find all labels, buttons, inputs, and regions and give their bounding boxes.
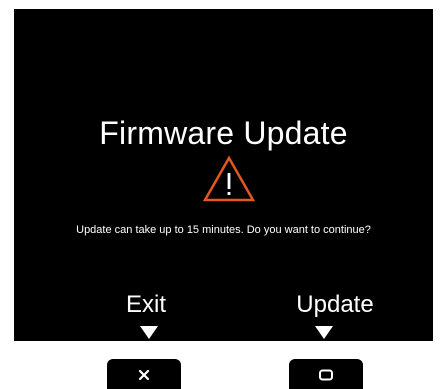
device-screen: Firmware Update Update can take up to 15… xyxy=(14,9,433,341)
exit-softkey-label: Exit xyxy=(125,291,166,318)
update-pointer-arrow-icon xyxy=(315,326,333,339)
warning-triangle-icon xyxy=(202,155,256,202)
dialog-title: Firmware Update xyxy=(99,115,348,151)
update-softkey-label: Update xyxy=(296,291,374,318)
exit-pointer-arrow-icon xyxy=(140,326,158,339)
dialog-message: Update can take up to 15 minutes. Do you… xyxy=(76,224,371,236)
